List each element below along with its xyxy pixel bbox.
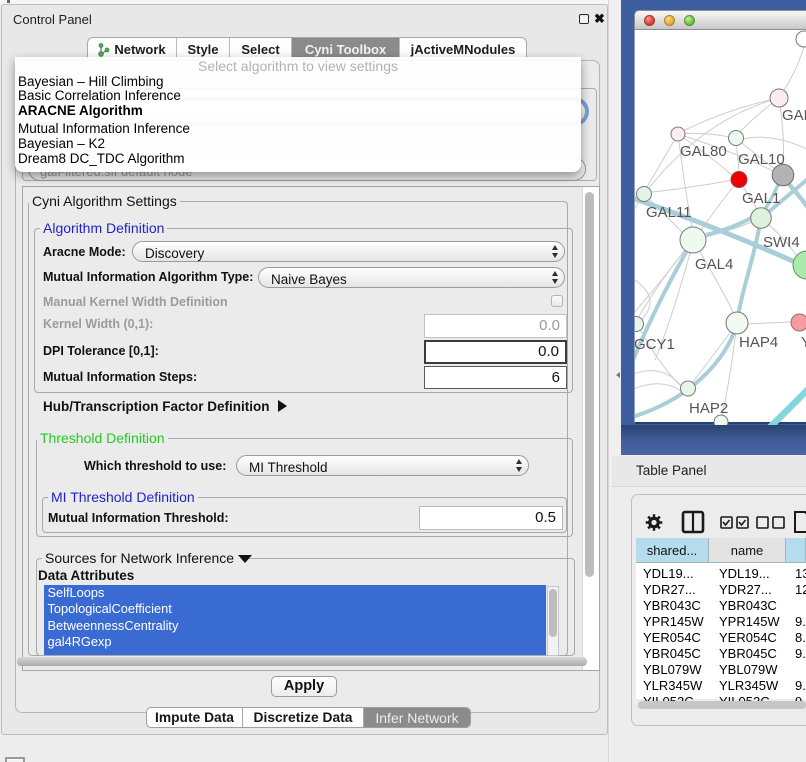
svg-text:SWI4: SWI4 xyxy=(763,234,800,251)
svg-text:GAL11: GAL11 xyxy=(646,204,692,221)
svg-text:HAP2: HAP2 xyxy=(689,400,728,417)
svg-text:Y: Y xyxy=(801,334,806,351)
svg-text:GCY1: GCY1 xyxy=(635,336,675,353)
svg-text:GAL7: GAL7 xyxy=(782,107,806,124)
svg-text:GAL1: GAL1 xyxy=(742,190,780,207)
svg-text:GAL80: GAL80 xyxy=(680,143,727,160)
svg-text:GAL10: GAL10 xyxy=(738,151,785,168)
svg-text:GAL4: GAL4 xyxy=(695,256,733,273)
svg-text:HAP4: HAP4 xyxy=(739,334,778,351)
